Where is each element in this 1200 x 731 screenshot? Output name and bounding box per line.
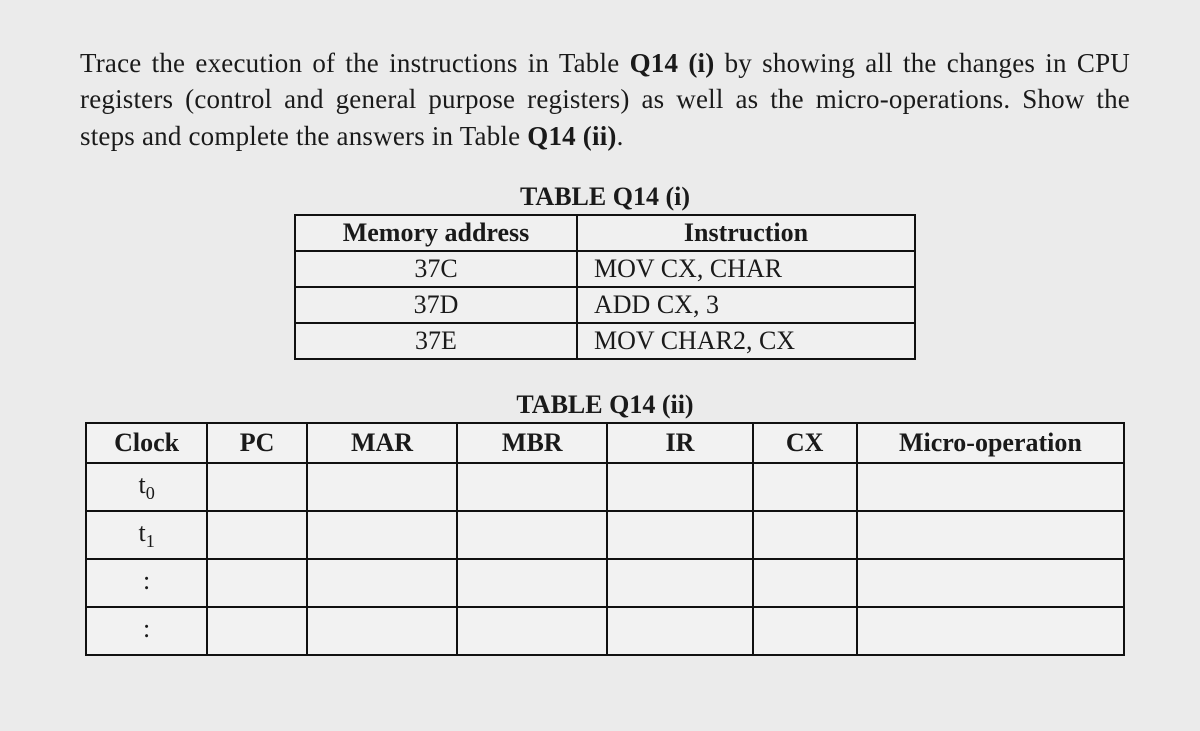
table2-header-cx: CX [753,423,857,463]
table1-row: 37D ADD CX, 3 [295,287,915,323]
table2-cell-mbr [457,463,607,511]
table2-cell-pc [207,607,307,655]
table2-row: t1 [86,511,1124,559]
table2-cell-cx [753,559,857,607]
table2-cell-pc [207,463,307,511]
table1-header-addr: Memory address [295,215,577,251]
table2-cell-pc [207,511,307,559]
table2-cell-pc [207,559,307,607]
clock-sub: 1 [146,531,155,551]
table-q14-ii: Clock PC MAR MBR IR CX Micro-operation t… [85,422,1125,656]
table2-cell-micro [857,463,1124,511]
table1-cell-instr: MOV CHAR2, CX [577,323,915,359]
table2-row: t0 [86,463,1124,511]
table2-header-pc: PC [207,423,307,463]
table-q14-i: Memory address Instruction 37C MOV CX, C… [294,214,916,360]
table2-header-clock: Clock [86,423,207,463]
clock-base: : [143,566,150,595]
table1-cell-instr: ADD CX, 3 [577,287,915,323]
table2-cell-mbr [457,511,607,559]
table2-cell-micro [857,511,1124,559]
table2-cell-micro [857,559,1124,607]
table2-cell-mbr [457,607,607,655]
table1-cell-instr: MOV CX, CHAR [577,251,915,287]
table2-cell-clock: : [86,559,207,607]
prompt-ref-2: Q14 (ii) [527,121,616,151]
prompt-ref-1: Q14 (i) [630,48,715,78]
table2-header-row: Clock PC MAR MBR IR CX Micro-operation [86,423,1124,463]
table2-cell-ir [607,463,752,511]
table1-header-instr: Instruction [577,215,915,251]
table2-row: : [86,607,1124,655]
table2-cell-mar [307,559,457,607]
table2-cell-ir [607,607,752,655]
table2-header-ir: IR [607,423,752,463]
prompt-text-1: Trace the execution of the instructions … [80,48,630,78]
clock-base: t [138,470,145,499]
table2-cell-mar [307,511,457,559]
table1-cell-addr: 37C [295,251,577,287]
table2-cell-ir [607,511,752,559]
table2-cell-mar [307,607,457,655]
table2-cell-clock: : [86,607,207,655]
table2-cell-ir [607,559,752,607]
table1-row: 37E MOV CHAR2, CX [295,323,915,359]
table2-cell-cx [753,463,857,511]
table2-cell-clock: t0 [86,463,207,511]
table2-row: : [86,559,1124,607]
table2-cell-mar [307,463,457,511]
table2-header-micro: Micro-operation [857,423,1124,463]
table1-row: 37C MOV CX, CHAR [295,251,915,287]
table2-header-mbr: MBR [457,423,607,463]
clock-sub: 0 [146,483,155,503]
table2-cell-cx [753,607,857,655]
page: Trace the execution of the instructions … [0,0,1200,686]
table1-header-row: Memory address Instruction [295,215,915,251]
prompt-text-3: . [617,121,624,151]
table1-title: TABLE Q14 (i) [80,182,1130,212]
table2-cell-mbr [457,559,607,607]
table2-cell-micro [857,607,1124,655]
question-prompt: Trace the execution of the instructions … [80,45,1130,154]
table2-cell-cx [753,511,857,559]
table1-cell-addr: 37D [295,287,577,323]
clock-base: : [143,614,150,643]
table2-cell-clock: t1 [86,511,207,559]
table1-cell-addr: 37E [295,323,577,359]
table2-header-mar: MAR [307,423,457,463]
clock-base: t [138,518,145,547]
table2-title: TABLE Q14 (ii) [80,390,1130,420]
